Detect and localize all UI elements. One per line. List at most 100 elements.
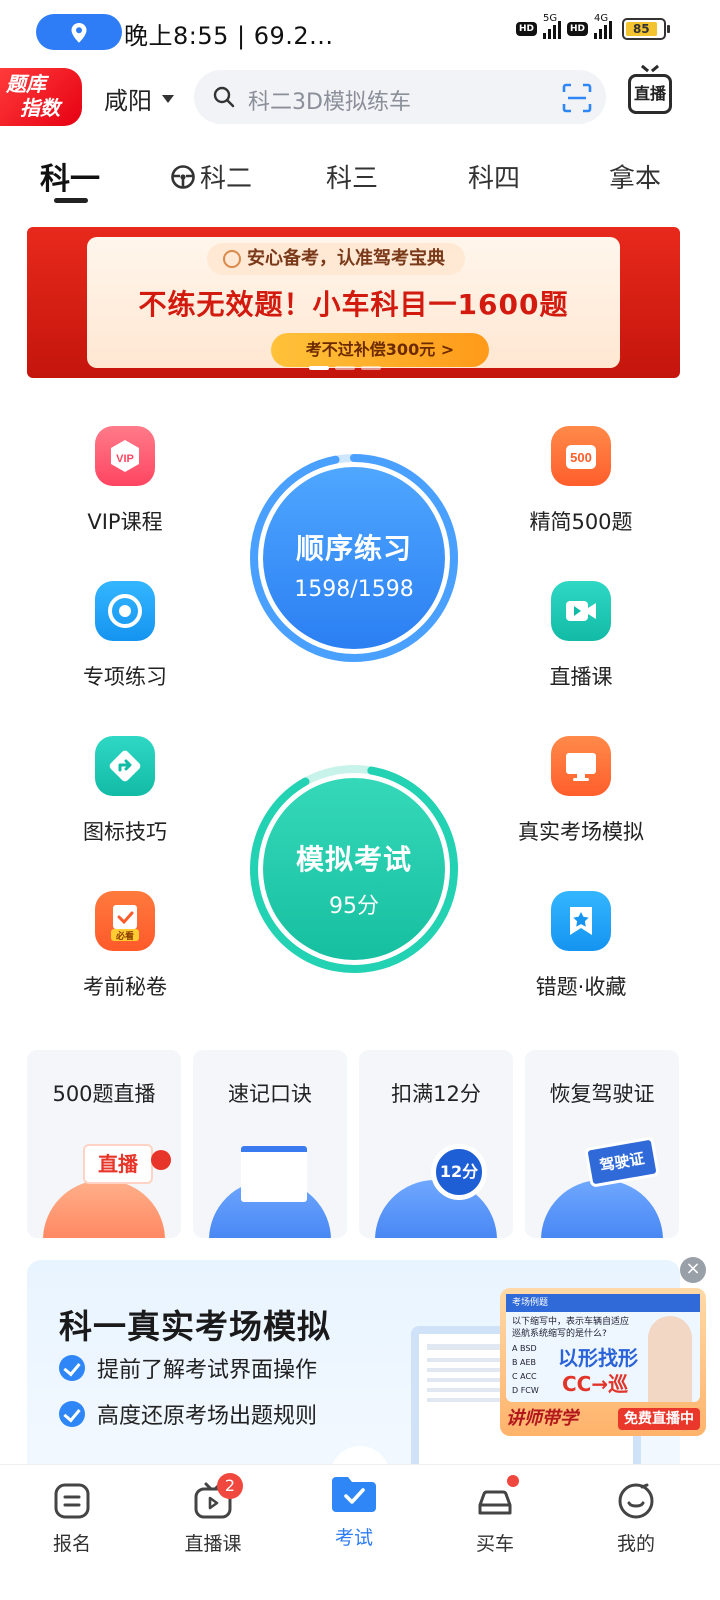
nav-signup[interactable]: 报名 xyxy=(0,1465,144,1556)
mock-exam-button[interactable]: 模拟考试 95分 xyxy=(249,764,459,974)
nav-label: 买车 xyxy=(475,1533,514,1555)
top-header: 题库 指数 咸阳 科二3D模拟练车 直播 xyxy=(0,64,720,128)
svg-text:必看: 必看 xyxy=(115,930,134,942)
feature-real-exam-sim[interactable]: 真实考场模拟 xyxy=(491,736,671,846)
feature-pre-exam-paper[interactable]: 必看 考前秘卷 xyxy=(35,891,215,1001)
nav-label: 考试 xyxy=(334,1527,373,1549)
exam-folder-icon xyxy=(330,1469,378,1517)
feature-label: 真实考场模拟 xyxy=(518,820,644,844)
promo-banner[interactable]: 安心备考，认准驾考宝典 不练无效题！小车科目一1600题 考不过补偿300元 > xyxy=(27,227,680,378)
badge-line-1: 题库 xyxy=(6,72,46,96)
exam-circle-inner: 模拟考试 95分 xyxy=(263,778,445,960)
bookmark-star-icon xyxy=(551,891,611,951)
feature-label: 错题·收藏 xyxy=(535,975,627,999)
battery-icon: 85 xyxy=(622,18,670,40)
signup-icon xyxy=(52,1481,92,1521)
search-icon xyxy=(213,86,235,108)
tv-icon: 2 xyxy=(193,1473,243,1521)
svg-text:500: 500 xyxy=(570,450,592,465)
tab-ke1[interactable]: 科一 xyxy=(40,154,100,198)
monitor-icon xyxy=(551,736,611,796)
scan-icon[interactable] xyxy=(562,83,592,113)
practice-title: 顺序练习 xyxy=(295,532,412,565)
feature-500-questions[interactable]: 500 精简500题 xyxy=(491,426,671,536)
floating-live-ad[interactable]: 考场例题 以下缩写中，表示车辆自适应巡航系统缩写的是什么? A BSD B AE… xyxy=(500,1288,706,1436)
nav-buy-car[interactable]: 买车 xyxy=(423,1465,567,1556)
video-icon xyxy=(551,581,611,641)
svg-text:VIP: VIP xyxy=(116,453,134,465)
promo-point-1: 提前了解考试界面操作 xyxy=(59,1352,317,1384)
quick-card-12-points[interactable]: 扣满12分 12分 xyxy=(359,1050,513,1238)
status-icons: HD 5G HD 4G 85 xyxy=(515,13,670,40)
tab-active-indicator xyxy=(54,198,88,203)
quick-card-restore-license[interactable]: 恢复驾驶证 驾驶证 xyxy=(525,1050,679,1238)
feature-wrong-favorites[interactable]: 错题·收藏 xyxy=(491,891,671,1001)
search-bar[interactable]: 科二3D模拟练车 xyxy=(194,70,606,124)
feature-label: 图标技巧 xyxy=(83,820,167,844)
nav-label: 直播课 xyxy=(184,1533,242,1555)
nav-label: 报名 xyxy=(52,1533,91,1555)
feature-special-practice[interactable]: 专项练习 xyxy=(35,581,215,691)
target-icon xyxy=(95,581,155,641)
practice-circle-inner: 顺序练习 1598/1598 xyxy=(263,467,445,649)
check-circle-icon xyxy=(223,250,241,268)
tab-license[interactable]: 拿本 xyxy=(609,158,661,195)
notification-dot xyxy=(507,1475,519,1487)
vip-icon: VIP xyxy=(95,426,155,486)
check-circle-icon xyxy=(59,1355,85,1381)
hd-badge: HD xyxy=(515,22,537,36)
live-tv-button[interactable]: 直播 xyxy=(628,74,672,114)
smile-icon xyxy=(616,1481,656,1521)
quick-card-title: 速记口诀 xyxy=(228,1082,312,1106)
car-icon xyxy=(475,1475,519,1521)
city-selector[interactable]: 咸阳 xyxy=(104,81,174,116)
nav-live-course[interactable]: 2 直播课 xyxy=(141,1465,285,1556)
sequential-practice-button[interactable]: 顺序练习 1598/1598 xyxy=(249,453,459,663)
question-bank-index-badge[interactable]: 题库 指数 xyxy=(0,68,82,126)
banner-tagline: 安心备考，认准驾考宝典 xyxy=(207,243,465,275)
instructor-avatar xyxy=(648,1316,692,1402)
ad-option: C ACC xyxy=(512,1372,537,1381)
tab-ke2[interactable]: 科二 xyxy=(170,158,252,195)
500-icon: 500 xyxy=(551,426,611,486)
quick-card-title: 恢复驾驶证 xyxy=(549,1082,655,1106)
exam-paper-icon: 必看 xyxy=(95,891,155,951)
promo-title: 科一真实考场模拟 xyxy=(59,1307,331,1346)
ad-label-free-live: 免费直播中 xyxy=(618,1408,700,1430)
hd-badge-2: HD xyxy=(566,22,588,36)
board-illustration xyxy=(241,1146,307,1202)
quick-card-mnemonics[interactable]: 速记口诀 xyxy=(193,1050,347,1238)
battery-level: 85 xyxy=(626,22,657,36)
nav-mine[interactable]: 我的 xyxy=(564,1465,708,1556)
city-label: 咸阳 xyxy=(104,87,152,115)
tab-ke4[interactable]: 科四 xyxy=(468,158,520,195)
banner-cta-button[interactable]: 考不过补偿300元 > xyxy=(271,333,489,367)
banner-tagline-text: 安心备考，认准驾考宝典 xyxy=(247,248,445,269)
tab-ke3[interactable]: 科三 xyxy=(326,158,378,195)
feature-live-course[interactable]: 直播课 xyxy=(491,581,671,691)
status-bar: 晚上8:55 | 69.2... HD 5G HD 4G 85 xyxy=(0,0,720,64)
location-pill[interactable] xyxy=(36,14,122,50)
nav-label: 我的 xyxy=(616,1533,655,1555)
live-illustration-label: 直播 xyxy=(85,1146,151,1182)
quick-card-title: 扣满12分 xyxy=(391,1082,481,1106)
check-circle-icon xyxy=(59,1401,85,1427)
app-screen: 晚上8:55 | 69.2... HD 5G HD 4G 85 题库 指数 咸阳… xyxy=(0,0,720,1600)
points-clock-label: 12分 xyxy=(431,1144,487,1200)
promo-point-text: 提前了解考试界面操作 xyxy=(97,1358,318,1383)
feature-vip-course[interactable]: VIP VIP课程 xyxy=(35,426,215,536)
ad-question: 以下缩写中，表示车辆自适应巡航系统缩写的是什么? xyxy=(512,1317,630,1339)
close-ad-button[interactable]: × xyxy=(680,1257,706,1283)
play-icon xyxy=(151,1150,171,1170)
promo-point-2: 高度还原考场出题规则 xyxy=(59,1398,317,1430)
ad-label-teacher: 讲师带学 xyxy=(506,1408,578,1429)
nav-exam[interactable]: 考试 xyxy=(282,1465,426,1550)
feature-sign-tips[interactable]: 图标技巧 xyxy=(35,736,215,846)
quick-card-500-live[interactable]: 500题直播 直播 xyxy=(27,1050,181,1238)
license-card-label: 驾驶证 xyxy=(584,1136,660,1188)
subject-tabs: 科一 科二 科三 科四 拿本 xyxy=(0,150,720,206)
quick-card-title: 500题直播 xyxy=(52,1082,156,1106)
status-time: 晚上8:55 | 69.2... xyxy=(124,22,334,50)
ad-option: B AEB xyxy=(512,1358,537,1367)
signal-icon-2: 4G xyxy=(594,13,612,39)
